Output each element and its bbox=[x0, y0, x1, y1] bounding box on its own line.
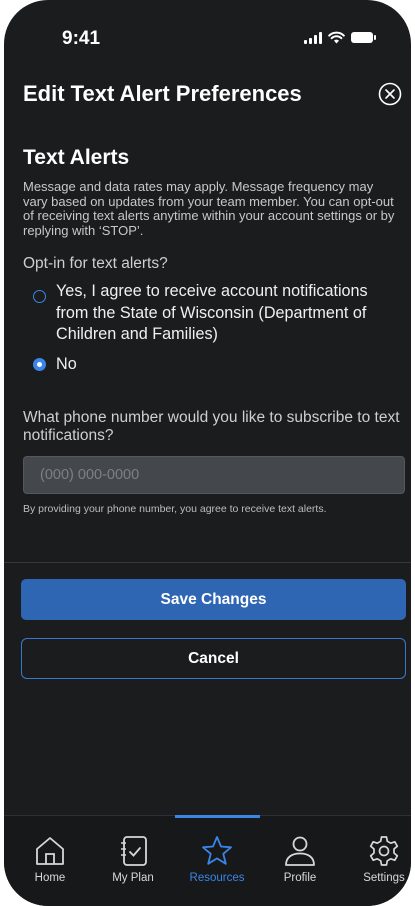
status-bar: 9:41 bbox=[4, 0, 411, 80]
tab-resources-label: Resources bbox=[189, 872, 245, 884]
radio-option-no[interactable]: No bbox=[23, 354, 408, 376]
home-icon bbox=[36, 837, 64, 865]
radio-label-no: No bbox=[56, 354, 77, 373]
save-changes-button[interactable]: Save Changes bbox=[21, 579, 406, 620]
text-alerts-form: Text Alerts Message and data rates may a… bbox=[23, 140, 408, 515]
star-icon bbox=[202, 836, 232, 865]
tab-home[interactable]: Home bbox=[15, 816, 85, 886]
bottom-tab-bar: Home My Plan Resources Profile Settings bbox=[4, 815, 411, 906]
close-icon[interactable] bbox=[377, 81, 403, 107]
radio-label-yes: Yes, I agree to receive account notifica… bbox=[56, 282, 368, 343]
gear-icon bbox=[369, 836, 399, 866]
radio-option-yes[interactable]: Yes, I agree to receive account notifica… bbox=[23, 281, 408, 346]
person-icon bbox=[285, 836, 315, 866]
phone-number-input[interactable] bbox=[23, 456, 405, 494]
tab-home-label: Home bbox=[34, 872, 66, 884]
status-icons bbox=[304, 31, 376, 44]
header: Edit Text Alert Preferences bbox=[4, 80, 411, 120]
divider bbox=[4, 562, 411, 563]
page-title: Edit Text Alert Preferences bbox=[23, 81, 302, 106]
opt-in-question: Opt-in for text alerts? bbox=[23, 255, 168, 272]
phone-consent-note: By providing your phone number, you agre… bbox=[23, 503, 327, 515]
status-time: 9:41 bbox=[62, 28, 101, 49]
phone-question: What phone number would you like to subs… bbox=[23, 409, 400, 444]
tab-profile[interactable]: Profile bbox=[265, 816, 335, 886]
tab-resources[interactable]: Resources bbox=[182, 816, 252, 886]
tab-my-plan[interactable]: My Plan bbox=[98, 816, 168, 886]
radio-button-yes[interactable] bbox=[33, 290, 46, 303]
radio-button-no[interactable] bbox=[33, 357, 46, 371]
tab-profile-label: Profile bbox=[283, 872, 317, 884]
section-title: Text Alerts bbox=[23, 146, 130, 169]
battery-icon bbox=[351, 32, 376, 43]
tab-settings-label: Settings bbox=[363, 872, 405, 884]
phone-screen: 9:41 Edit Text Alert Preferences Text Al… bbox=[4, 0, 411, 906]
tab-settings[interactable]: Settings bbox=[349, 816, 411, 886]
wifi-icon bbox=[328, 31, 345, 44]
cancel-button[interactable]: Cancel bbox=[21, 638, 406, 679]
tab-my-plan-label: My Plan bbox=[112, 872, 154, 884]
cellular-signal-icon bbox=[304, 31, 322, 44]
disclaimer-text: Message and data rates may apply. Messag… bbox=[23, 179, 395, 238]
checklist-icon bbox=[121, 836, 147, 866]
